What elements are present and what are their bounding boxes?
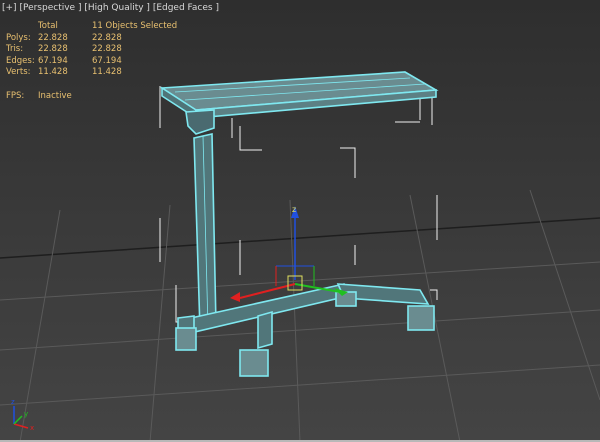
stats-header-row: Total 11 Objects Selected <box>6 21 182 33</box>
tripod-z-label: z <box>11 398 15 406</box>
viewport-edges-menu[interactable]: [Edged Faces ] <box>153 3 219 13</box>
stats-selected-header: 11 Objects Selected <box>92 21 178 31</box>
viewport-label-menu: [+] [Perspective ] [High Quality ] [Edge… <box>2 3 219 13</box>
fps-value: Inactive <box>38 90 72 101</box>
gizmo-z-label: z <box>292 205 296 214</box>
perspective-viewport[interactable]: z x y z [+] [Perspective ] [High Quality… <box>0 0 600 442</box>
stats-total-value: 67.194 <box>38 55 68 66</box>
stats-selected-value: 22.828 <box>92 32 122 43</box>
stats-label: Polys: <box>6 32 31 43</box>
stats-total-header: Total <box>38 21 58 31</box>
stats-row-edges: Edges: 67.194 67.194 <box>6 56 182 68</box>
stats-label: Edges: <box>6 55 35 66</box>
stats-row-verts: Verts: 11.428 11.428 <box>6 67 182 79</box>
stats-selected-value: 22.828 <box>92 44 122 54</box>
viewport-view-menu[interactable]: [Perspective ] <box>19 3 81 13</box>
fps-label: FPS: <box>6 90 25 101</box>
stats-label: Verts: <box>6 67 31 77</box>
tripod-x-label: x <box>30 424 34 432</box>
stats-selected-value: 67.194 <box>92 55 122 66</box>
stats-label: Tris: <box>6 44 24 54</box>
viewport-plus-menu[interactable]: [+] <box>2 3 17 13</box>
stats-row-polys: Polys: 22.828 22.828 <box>6 33 182 45</box>
stats-total-value: 22.828 <box>38 44 68 54</box>
stats-total-value: 11.428 <box>38 67 68 77</box>
stats-row-fps: FPS: Inactive <box>6 91 182 103</box>
viewport-shading-menu[interactable]: [High Quality ] <box>84 3 150 13</box>
stats-selected-value: 11.428 <box>92 67 122 77</box>
stats-total-value: 22.828 <box>38 32 68 43</box>
tripod-y-label: y <box>24 410 28 418</box>
stats-row-tris: Tris: 22.828 22.828 <box>6 44 182 56</box>
statistics-overlay: Total 11 Objects Selected Polys: 22.828 … <box>6 21 182 102</box>
ground-grid <box>0 189 600 442</box>
